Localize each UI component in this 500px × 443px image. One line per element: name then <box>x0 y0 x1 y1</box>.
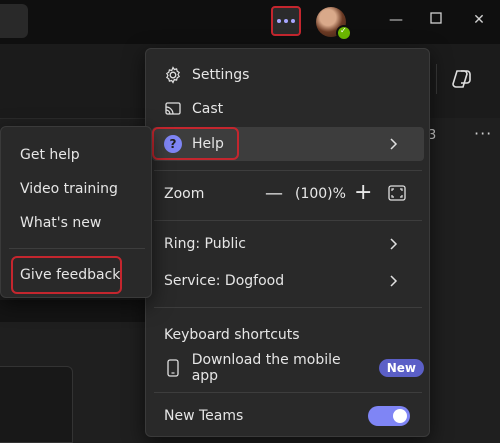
maximize-icon[interactable] <box>424 10 448 30</box>
menu-item-keyboard-shortcuts[interactable]: Keyboard shortcuts <box>152 318 424 352</box>
dot <box>284 19 288 23</box>
chevron-right-icon <box>390 238 398 250</box>
menu-item-label: New Teams <box>164 408 244 424</box>
row-more-icon[interactable]: ··· <box>474 124 492 143</box>
header-divider <box>436 64 437 94</box>
menu-item-cast[interactable]: Cast <box>152 92 424 126</box>
menu-item-label: Service: Dogfood <box>164 273 285 289</box>
new-badge: New <box>378 359 424 377</box>
zoom-in-button[interactable]: + <box>354 180 372 205</box>
close-icon[interactable]: ✕ <box>467 10 491 30</box>
zoom-row: Zoom — (100)% + <box>152 177 424 211</box>
presence-available-icon <box>336 25 352 41</box>
submenu-item-whats-new[interactable]: What's new <box>20 215 101 231</box>
submenu-item-video-training[interactable]: Video training <box>20 181 118 197</box>
menu-item-label: Help <box>192 136 224 152</box>
background-card <box>0 366 73 443</box>
menu-item-label: Download the mobile app <box>191 352 341 384</box>
zoom-label: Zoom <box>164 186 205 202</box>
submenu-divider <box>9 248 145 249</box>
menu-item-label: Keyboard shortcuts <box>164 327 300 343</box>
chevron-right-icon <box>390 138 398 150</box>
new-teams-toggle[interactable] <box>368 406 410 426</box>
gear-icon <box>163 65 183 85</box>
more-options-button[interactable] <box>271 6 301 36</box>
title-bar: — ✕ <box>0 0 500 44</box>
menu-item-service[interactable]: Service: Dogfood <box>152 264 424 298</box>
menu-item-new-teams: New Teams <box>152 399 424 433</box>
more-options-menu: Settings Cast ? Help Zoom — (100)% + Rin… <box>145 48 430 437</box>
submenu-item-give-feedback[interactable]: Give feedback <box>20 267 120 283</box>
minimize-icon[interactable]: — <box>384 10 408 30</box>
menu-item-help[interactable]: ? Help <box>152 127 424 161</box>
menu-item-download-mobile-app[interactable]: Download the mobile app New <box>152 351 424 385</box>
menu-item-settings[interactable]: Settings <box>152 58 424 92</box>
question-mark-icon: ? <box>164 135 182 153</box>
menu-item-label: Ring: Public <box>164 236 246 252</box>
fit-to-window-icon[interactable] <box>388 185 406 201</box>
help-icon: ? <box>163 134 183 154</box>
cast-icon <box>163 99 183 119</box>
dot <box>291 19 295 23</box>
menu-divider <box>154 392 422 393</box>
dot <box>277 19 281 23</box>
menu-item-label: Settings <box>192 67 250 83</box>
menu-divider <box>154 170 422 171</box>
help-submenu: Get help Video training What's new Give … <box>0 126 152 298</box>
menu-item-ring[interactable]: Ring: Public <box>152 227 424 261</box>
zoom-out-button[interactable]: — <box>265 183 283 204</box>
chevron-right-icon <box>390 275 398 287</box>
zoom-level: (100)% <box>295 186 346 202</box>
toggle-knob <box>393 409 407 423</box>
menu-divider <box>154 220 422 221</box>
phone-icon <box>163 358 183 378</box>
copilot-icon[interactable] <box>451 68 473 90</box>
search-box[interactable] <box>0 4 28 38</box>
menu-divider <box>154 307 422 308</box>
background-strip <box>0 300 150 322</box>
menu-item-label: Cast <box>192 101 224 117</box>
submenu-item-get-help[interactable]: Get help <box>20 147 80 163</box>
